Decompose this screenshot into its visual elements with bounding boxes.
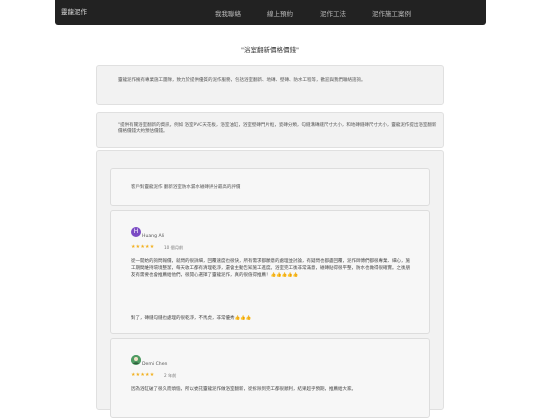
nav-link-methods[interactable]: 泥作工法 <box>320 8 346 18</box>
person-photo-icon <box>131 355 141 365</box>
top-navbar: 靈龍泥作 我我聯絡 線上預約 泥作工法 泥作施工案例 <box>55 0 486 25</box>
page-title: "浴室翻新價格價錢" <box>241 46 299 54</box>
star-rating: ★★★★★ <box>131 244 155 250</box>
reviewer-name: Demi Chen <box>142 362 168 367</box>
review-text-followup: 對了，磚縫勾縫也處理的很乾淨，不馬虎，非常優秀👍👍👍 <box>131 316 252 321</box>
brand-logo-text[interactable]: 靈龍泥作 <box>61 6 87 16</box>
review-text: 從一開始的詢問報價，就問的很詳細，回覆速度也很快，所有需求都願意的處理並討論，有… <box>131 259 410 279</box>
reviewer-name: Huang Ali <box>142 234 165 239</box>
review-time: 2 年前 <box>164 373 177 378</box>
nav-link-contact[interactable]: 我我聯絡 <box>215 8 241 18</box>
reviews-heading: 客戶對靈龍泥作 翻新浴室防水漏水磁磚評分最高的評價 <box>131 185 241 190</box>
review-card: Demi Chen ★★★★★ 2 年前 因為浴缸破了很久而煩惱，所以委託靈龍泥… <box>110 338 430 418</box>
intro-panel: 靈龍泥作擁有專業施工團隊，致力於提供優質的泥作服務，包括浴室翻新、地磚、壁磚、防… <box>96 65 444 105</box>
intro-text: 靈龍泥作擁有專業施工團隊，致力於提供優質的泥作服務，包括浴室翻新、地磚、壁磚、防… <box>118 78 366 83</box>
reviewer-avatar: H <box>131 227 141 237</box>
review-text: 因為浴缸破了很久而煩惱，所以委託靈龍泥作做浴室翻新，從拆除到完工都很順利，結果超… <box>131 387 356 392</box>
reviews-heading-box: 客戶對靈龍泥作 翻新浴室防水漏水磁磚評分最高的評價 <box>110 168 430 206</box>
description-text: "提供有關浴室翻新的資訊，例如 浴室PVC天花板，浴室油缸，浴室壁磚門片框，瓷磚… <box>118 123 437 134</box>
nav-link-booking[interactable]: 線上預約 <box>267 8 293 18</box>
review-time: 10 個月前 <box>164 245 184 250</box>
star-rating: ★★★★★ <box>131 372 155 378</box>
review-card: H Huang Ali ★★★★★ 10 個月前 從一開始的詢問報價，就問的很詳… <box>110 210 430 334</box>
reviewer-avatar <box>131 355 141 365</box>
description-panel: "提供有關浴室翻新的資訊，例如 浴室PVC天花板，浴室油缸，浴室壁磚門片框，瓷磚… <box>96 112 444 148</box>
nav-link-cases[interactable]: 泥作施工案例 <box>372 8 411 18</box>
